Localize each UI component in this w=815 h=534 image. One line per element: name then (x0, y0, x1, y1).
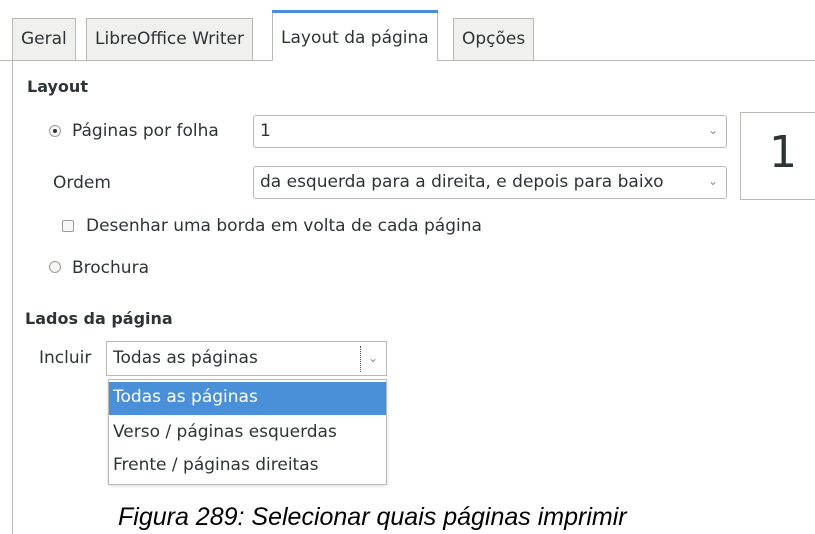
chevron-down-icon: ⌄ (368, 351, 379, 365)
pages-per-sheet-radio[interactable] (49, 125, 61, 137)
tab-label: Layout da página (281, 28, 429, 48)
chevron-down-icon: ⌄ (708, 123, 719, 137)
tab-label: LibreOffice Writer (95, 29, 244, 49)
tab-bar: Geral LibreOffice Writer Layout da págin… (0, 0, 815, 61)
order-label: Ordem (53, 173, 111, 193)
tab-label: Opções (462, 29, 526, 49)
brochure-label: Brochura (72, 258, 149, 278)
order-value: da esquerda para a direita, e depois par… (260, 172, 664, 192)
option-frente-paginas-direitas[interactable]: Frente / páginas direitas (109, 450, 386, 483)
order-select[interactable]: da esquerda para a direita, e depois par… (253, 166, 727, 199)
pages-per-sheet-select[interactable]: 1 ⌄ (253, 115, 727, 148)
pages-per-sheet-label: Páginas por folha (72, 121, 219, 141)
page-preview: 1 (740, 112, 815, 200)
page-sides-heading: Lados da página (25, 309, 173, 328)
layout-heading: Layout (27, 77, 88, 96)
panel-border (12, 60, 13, 534)
draw-border-checkbox[interactable] (62, 220, 74, 232)
include-dropdown-list: Todas as páginas Verso / páginas esquerd… (108, 379, 387, 485)
pages-per-sheet-value: 1 (260, 121, 271, 141)
draw-border-label: Desenhar uma borda em volta de cada pági… (86, 216, 482, 236)
tab-label: Geral (21, 29, 67, 49)
include-value: Todas as páginas (113, 348, 258, 368)
print-dialog: Geral LibreOffice Writer Layout da págin… (0, 0, 815, 534)
tab-libreoffice-writer[interactable]: LibreOffice Writer (86, 18, 253, 60)
option-verso-paginas-esquerdas[interactable]: Verso / páginas esquerdas (109, 417, 386, 450)
tab-layout-da-pagina[interactable]: Layout da página (272, 10, 438, 61)
brochure-radio[interactable] (49, 261, 61, 273)
figure-caption: Figura 289: Selecionar quais páginas imp… (118, 503, 627, 531)
tab-geral[interactable]: Geral (12, 18, 76, 60)
preview-page-number: 1 (769, 127, 797, 178)
include-label: Incluir (39, 348, 92, 368)
select-divider (360, 346, 362, 372)
chevron-down-icon: ⌄ (708, 174, 719, 188)
include-select[interactable]: Todas as páginas ⌄ (106, 341, 387, 376)
tab-opcoes[interactable]: Opções (453, 18, 535, 60)
option-todas-as-paginas[interactable]: Todas as páginas (109, 382, 386, 415)
